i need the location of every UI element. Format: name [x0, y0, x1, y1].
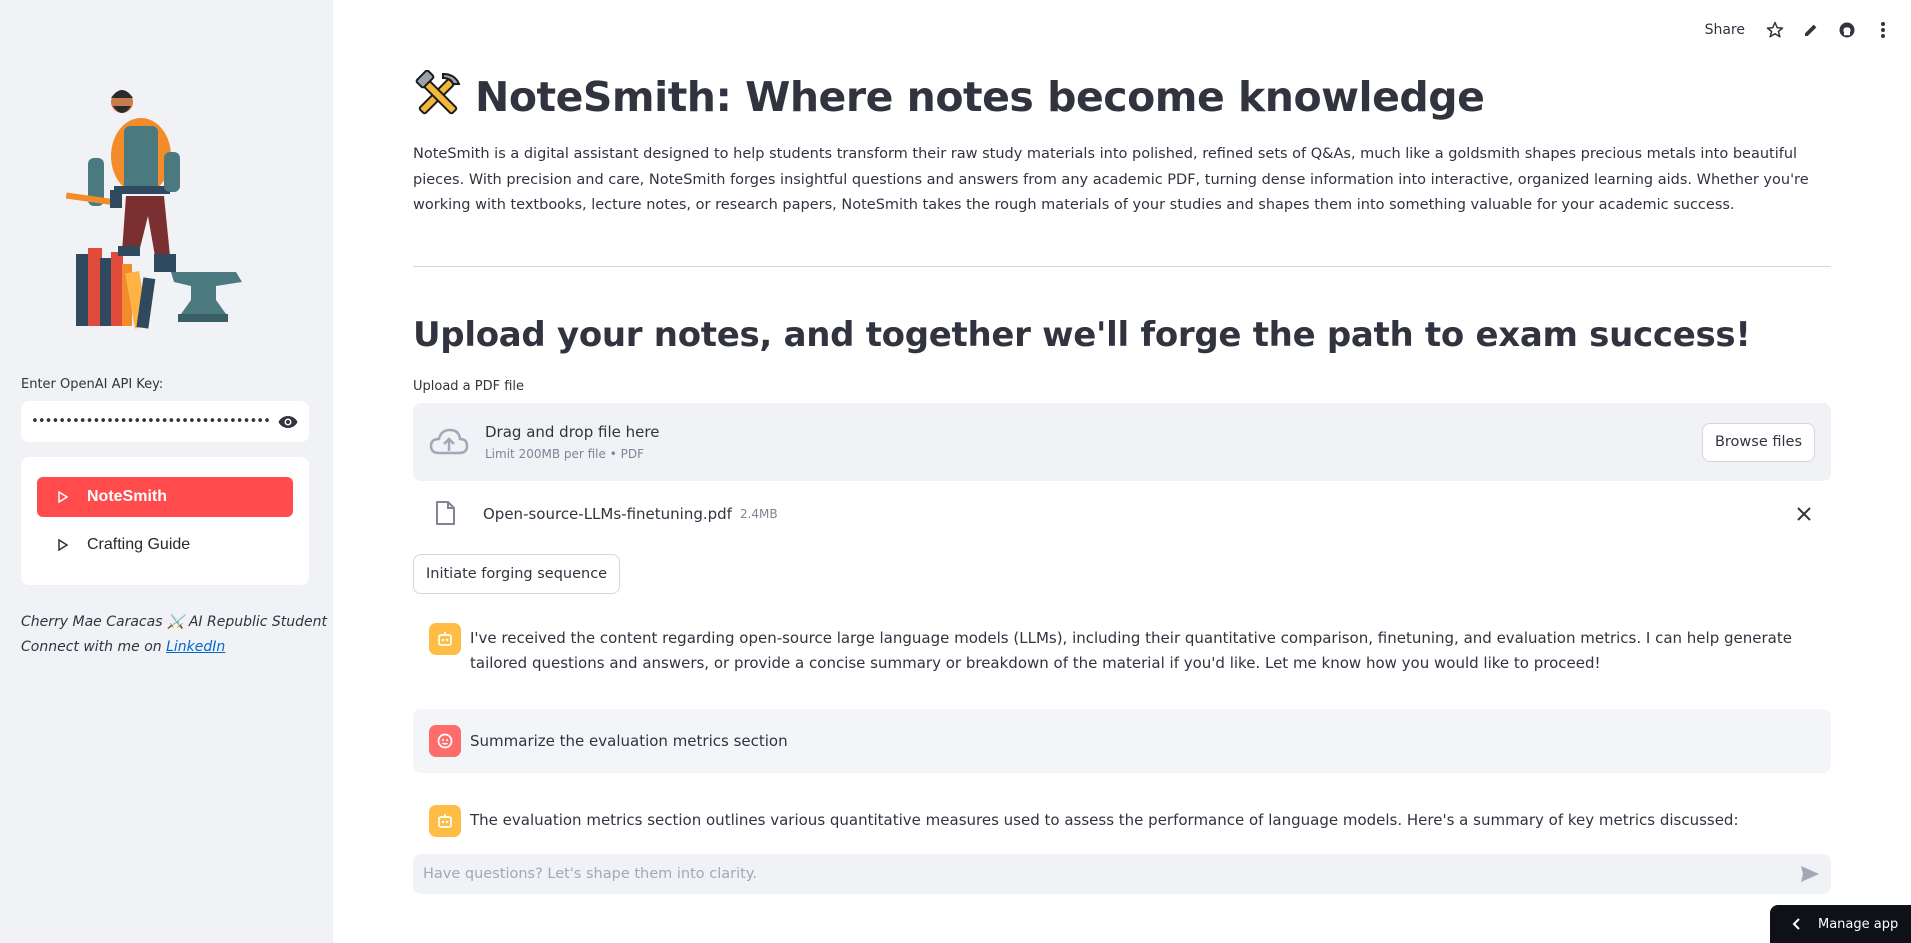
manage-app-button[interactable]: Manage app [1770, 905, 1911, 943]
manage-app-label: Manage app [1818, 916, 1899, 932]
play-icon [57, 538, 71, 552]
play-icon [57, 490, 71, 504]
file-icon [435, 501, 457, 527]
send-icon[interactable] [1799, 863, 1821, 885]
dropzone-limit: Limit 200MB per file • PDF [485, 447, 644, 461]
eye-icon[interactable] [277, 414, 299, 430]
dropzone-text: Drag and drop file here Limit 200MB per … [485, 423, 659, 461]
crossed-swords-icon: ⚔️ [166, 614, 185, 630]
nav-item-notesmith[interactable]: NoteSmith [37, 477, 293, 517]
pencil-icon[interactable] [1801, 20, 1821, 40]
chevron-left-icon [1792, 918, 1800, 930]
author-credit: Cherry Mae Caracas ⚔️ AI Republic Studen… [21, 610, 327, 660]
dropzone-title: Drag and drop file here [485, 423, 660, 441]
connect-text: Connect with me on [21, 639, 162, 655]
bot-avatar-icon [429, 805, 461, 837]
nav-item-label: NoteSmith [87, 488, 167, 505]
chat-input[interactable] [423, 866, 1799, 882]
top-toolbar: Share [1705, 20, 1893, 40]
sidebar: Enter OpenAI API Key: ••••••••••••••••••… [0, 0, 333, 943]
share-button[interactable]: Share [1705, 22, 1745, 38]
chat-message-assistant: I've received the content regarding open… [413, 623, 1831, 676]
close-icon[interactable] [1797, 506, 1813, 522]
author-name: Cherry Mae Caracas [21, 614, 163, 630]
initiate-forging-button[interactable]: Initiate forging sequence [413, 554, 621, 594]
blacksmith-illustration [66, 90, 242, 329]
star-icon[interactable] [1765, 20, 1785, 40]
section-divider [413, 266, 1831, 267]
api-key-label: Enter OpenAI API Key: [21, 377, 164, 392]
file-dropzone[interactable]: Drag and drop file here Limit 200MB per … [413, 403, 1831, 481]
uploaded-file-row: Open-source-LLMs-finetuning.pdf 2.4MB [413, 497, 1831, 531]
title-text: NoteSmith: Where notes become knowledge [475, 73, 1485, 121]
nav-item-label: Crafting Guide [87, 536, 191, 553]
api-key-value[interactable]: ••••••••••••••••••••••••••••••••••••••••… [31, 414, 269, 429]
page-title: NoteSmith: Where notes become knowledge [413, 69, 1485, 124]
page-navigation: NoteSmith Crafting Guide [21, 457, 309, 585]
browse-files-button[interactable]: Browse files [1701, 422, 1815, 462]
upload-heading: Upload your notes, and together we'll fo… [413, 315, 1751, 355]
hammer-and-pick-icon [413, 69, 463, 124]
more-vertical-icon[interactable] [1873, 20, 1893, 40]
author-affiliation: AI Republic Student [188, 614, 328, 630]
chat-message-assistant: The evaluation metrics section outlines … [413, 805, 1831, 837]
file-size: 2.4MB [739, 507, 778, 521]
app-description: NoteSmith is a digital assistant designe… [413, 146, 1809, 213]
github-icon[interactable] [1837, 20, 1857, 40]
chat-message-user: Summarize the evaluation metrics section [413, 709, 1831, 773]
user-avatar-icon [429, 725, 461, 757]
cloud-upload-icon [429, 427, 469, 457]
chat-input-bar [413, 854, 1831, 894]
api-key-field[interactable]: ••••••••••••••••••••••••••••••••••••••••… [21, 401, 309, 442]
bot-avatar-icon [429, 623, 461, 655]
message-text: The evaluation metrics section outlines … [470, 811, 1739, 829]
file-name: Open-source-LLMs-finetuning.pdf [483, 505, 732, 523]
nav-item-crafting-guide[interactable]: Crafting Guide [37, 525, 293, 565]
linkedin-link[interactable]: LinkedIn [166, 639, 225, 655]
upload-label: Upload a PDF file [413, 379, 525, 394]
message-text: Summarize the evaluation metrics section [470, 731, 788, 750]
message-text: I've received the content regarding open… [470, 629, 1792, 672]
